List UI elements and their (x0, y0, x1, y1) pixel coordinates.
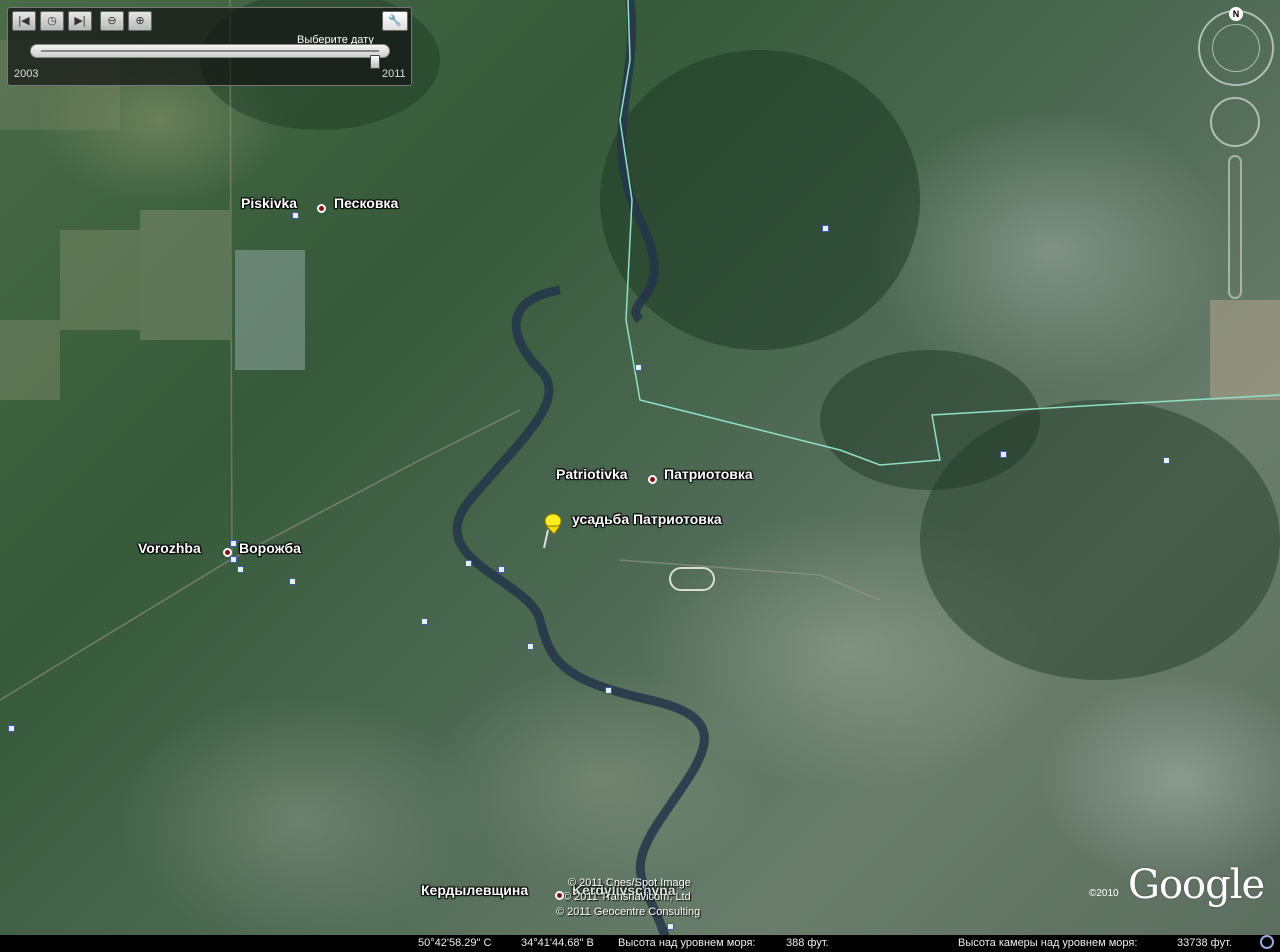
eye-altitude-value: 33738 фут. (1177, 937, 1232, 949)
clock-icon: ◷ (47, 15, 57, 27)
look-joystick-inner[interactable] (1212, 24, 1260, 72)
move-joystick[interactable] (1210, 97, 1260, 147)
photo-marker[interactable] (465, 560, 472, 567)
place-marker-patriotivka[interactable] (648, 475, 657, 484)
map-overlays (0, 0, 1280, 952)
photo-marker[interactable] (527, 643, 534, 650)
photo-marker[interactable] (605, 687, 612, 694)
photo-marker[interactable] (230, 540, 237, 547)
photo-marker[interactable] (289, 578, 296, 585)
photo-marker[interactable] (822, 225, 829, 232)
zoom-out-time-button[interactable]: ⊖ (100, 11, 124, 31)
placemark-label[interactable]: усадьба Патриотовка (572, 511, 722, 527)
photo-marker[interactable] (237, 566, 244, 573)
elevation-value: 388 фут. (786, 937, 829, 949)
place-marker-piskivka[interactable] (317, 204, 326, 213)
latitude-readout: 50°42'58.29" С (418, 937, 492, 949)
longitude-readout: 34°41'44.68" В (521, 937, 594, 949)
status-bar: 50°42'58.29" С 34°41'44.68" В Высота над… (0, 935, 1280, 952)
photo-marker[interactable] (498, 566, 505, 573)
place-cyrillic-kerdylivschyna[interactable]: Кердылевщина (421, 882, 528, 898)
play-settings-button[interactable]: ◷ (40, 11, 64, 31)
historical-imagery-slider: |◀ ◷ ▶| ⊖ ⊕ 🔧 Выберите дату 2003 2011 (7, 7, 412, 86)
north-indicator[interactable]: N (1229, 7, 1243, 21)
imagery-credit: © 2011 Geocentre Consulting (556, 906, 701, 918)
logo-copyright: ©2010 (1089, 888, 1119, 899)
photo-marker[interactable] (230, 556, 237, 563)
time-slider-track[interactable] (30, 44, 390, 58)
eye-altitude-label: Высота камеры над уровнем моря: (958, 937, 1138, 949)
photo-marker[interactable] (8, 725, 15, 732)
settings-button[interactable]: 🔧 (382, 11, 408, 31)
imagery-credit: © 2011 Cnes/Spot Image (568, 877, 691, 889)
place-cyrillic-piskivka[interactable]: Песковка (334, 195, 398, 211)
jump-start-icon: |◀ (18, 15, 30, 27)
time-slider-thumb[interactable] (370, 55, 380, 69)
zoom-in-time-button[interactable]: ⊕ (128, 11, 152, 31)
place-cyrillic-vorozhba[interactable]: Ворожба (239, 540, 301, 556)
place-latin-vorozhba[interactable]: Vorozhba (138, 540, 201, 556)
jump-end-button[interactable]: ▶| (68, 11, 92, 31)
jump-end-icon: ▶| (74, 15, 86, 27)
imagery-credit: © 2011 Transnavicom, Ltd (563, 891, 691, 903)
slider-line (41, 50, 379, 52)
photo-marker[interactable] (635, 364, 642, 371)
wrench-icon: 🔧 (388, 15, 402, 27)
pushpin-icon[interactable] (540, 512, 566, 550)
place-latin-patriotivka[interactable]: Patriotivka (556, 466, 628, 482)
zoom-slider[interactable] (1228, 155, 1242, 299)
elevation-label: Высота над уровнем моря: (618, 937, 756, 949)
slider-end-year: 2011 (382, 68, 406, 80)
streaming-icon (1260, 935, 1274, 949)
photo-marker[interactable] (1163, 457, 1170, 464)
photo-marker[interactable] (292, 212, 299, 219)
google-logo: Google (1128, 862, 1265, 908)
slider-start-year: 2003 (14, 68, 39, 80)
photo-marker[interactable] (1000, 451, 1007, 458)
satellite-map[interactable]: Piskivka Песковка Patriotivka Патриотовк… (0, 0, 1280, 952)
photo-marker[interactable] (421, 618, 428, 625)
zoom-out-icon: ⊖ (107, 15, 117, 27)
zoom-in-icon: ⊕ (135, 15, 145, 27)
place-cyrillic-patriotivka[interactable]: Патриотовка (664, 466, 753, 482)
place-latin-piskivka[interactable]: Piskivka (241, 195, 297, 211)
photo-marker[interactable] (667, 923, 674, 930)
jump-start-button[interactable]: |◀ (12, 11, 36, 31)
